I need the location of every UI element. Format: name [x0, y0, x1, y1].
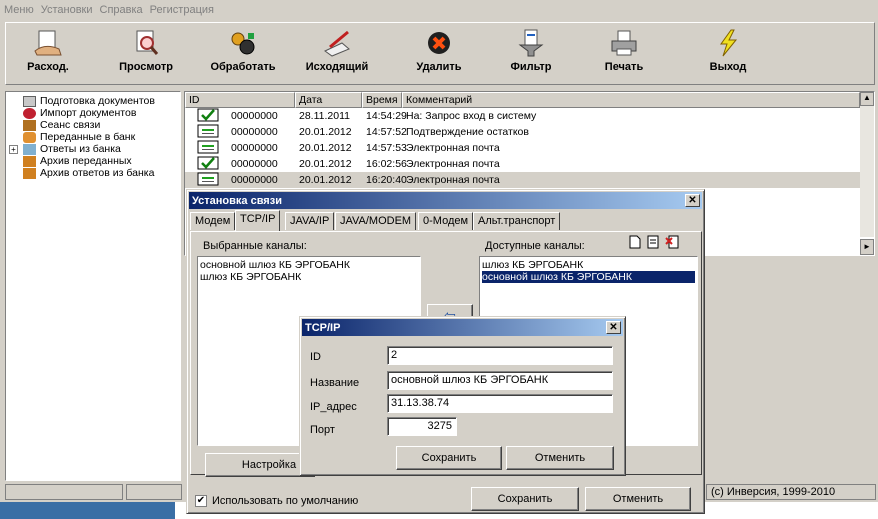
delete-icon: [424, 29, 454, 57]
id-label: ID: [310, 351, 321, 363]
hand-document-icon: [33, 29, 63, 57]
exit-button[interactable]: Выход: [688, 29, 768, 81]
expense-button[interactable]: Расход.: [8, 29, 88, 81]
tree-item-bank-answers[interactable]: + Ответы из банка: [9, 143, 180, 155]
ip-address-label: IP_адрес: [310, 401, 357, 413]
new-document-icon[interactable]: [629, 235, 641, 252]
menu-item[interactable]: Меню: [4, 4, 34, 16]
setup-save-button[interactable]: Сохранить: [471, 487, 579, 511]
magnifier-icon: [131, 29, 161, 57]
tree-item-sent-archive[interactable]: Архив переданных: [9, 155, 180, 167]
delete-document-icon[interactable]: [665, 235, 679, 252]
close-icon[interactable]: ✕: [606, 321, 621, 334]
name-field[interactable]: основной шлюз КБ ЭРГОБАНК: [387, 371, 613, 390]
list-header: ID Дата Время Комментарий: [185, 92, 874, 108]
default-checkbox-row[interactable]: ✔ Использовать по умолчанию: [195, 495, 358, 507]
tree-item-answers-archive[interactable]: Архив ответов из банка: [9, 167, 180, 179]
tab-javaip[interactable]: JAVA/IP: [285, 212, 335, 230]
table-row[interactable]: 00000000 20.01.2012 16:02:56 Электронная…: [185, 156, 874, 172]
tree-item-session[interactable]: Сеанс связи: [9, 119, 180, 131]
menu-bar: Меню Установки Справка Регистрация: [0, 0, 878, 20]
tcpip-dialog: TCP/IP ✕ ID 2 Название основной шлюз КБ …: [299, 316, 626, 476]
close-icon[interactable]: ✕: [685, 194, 700, 207]
copyright-text: (с) Инверсия, 1999-2010: [706, 484, 876, 500]
setup-cancel-button[interactable]: Отменить: [585, 487, 691, 511]
folder-icon: [23, 95, 36, 107]
selected-channels-label: Выбранные каналы:: [203, 240, 307, 252]
tab-strip: Модем TCP/IP JAVA/IP JAVA/MODEM 0-Модем …: [190, 210, 702, 232]
properties-icon[interactable]: [647, 235, 659, 252]
checked-doc-icon: [185, 156, 227, 173]
channel-tools: [629, 235, 679, 252]
doc-icon: [185, 172, 227, 189]
tab-tcpip[interactable]: TCP/IP: [235, 210, 281, 231]
tree-item-preparation[interactable]: Подготовка документов: [9, 95, 180, 107]
tree-item-sent[interactable]: Переданные в банк: [9, 131, 180, 143]
vertical-scrollbar[interactable]: ▲: [860, 92, 874, 237]
toolbar: Расход. Просмотр Обработать Исходящий Уд…: [5, 22, 875, 85]
available-channels-label: Доступные каналы:: [485, 240, 585, 252]
ip-address-field[interactable]: 31.13.38.74: [387, 394, 613, 413]
print-button[interactable]: Печать: [584, 29, 664, 81]
column-id[interactable]: ID: [185, 92, 295, 108]
default-checkbox[interactable]: ✔: [195, 495, 207, 507]
table-row[interactable]: 00000000 20.01.2012 14:57:53 Электронная…: [185, 140, 874, 156]
list-item[interactable]: шлюз КБ ЭРГОБАНК: [482, 259, 695, 271]
import-icon: [23, 107, 36, 119]
taskbar-area: [0, 502, 175, 519]
process-button[interactable]: Обработать: [203, 29, 283, 81]
port-label: Порт: [310, 424, 335, 436]
id-field[interactable]: 2: [387, 346, 613, 365]
dialog-title: Установка связи: [189, 192, 702, 209]
menu-item[interactable]: Справка: [100, 4, 143, 16]
tab-modem[interactable]: Модем: [190, 212, 236, 230]
tab-nullmodem[interactable]: 0-Модем: [418, 212, 474, 230]
bank-answers-icon: [23, 143, 36, 155]
gears-icon: [228, 29, 258, 57]
name-label: Название: [310, 377, 360, 389]
lightning-icon: [713, 29, 743, 57]
dialog-title: TCP/IP: [302, 319, 623, 336]
column-date[interactable]: Дата: [295, 92, 362, 108]
scroll-up-icon[interactable]: ▲: [860, 92, 874, 106]
tab-alt-transport[interactable]: Альт.транспорт: [473, 212, 561, 230]
expand-toggle[interactable]: +: [9, 144, 18, 154]
tcp-cancel-button[interactable]: Отменить: [506, 446, 614, 470]
table-row[interactable]: 00000000 20.01.2012 16:20:40 Электронная…: [185, 172, 874, 188]
list-item[interactable]: основной шлюз КБ ЭРГОБАНК: [482, 271, 695, 283]
scroll-right-icon[interactable]: ►: [860, 239, 874, 255]
folder-tree: Подготовка документов Импорт документов …: [5, 91, 181, 481]
menu-item[interactable]: Установки: [41, 4, 93, 16]
sent-icon: [23, 131, 36, 143]
outgoing-button[interactable]: Исходящий: [297, 29, 377, 81]
pen-paper-icon: [322, 29, 352, 57]
list-item[interactable]: основной шлюз КБ ЭРГОБАНК: [200, 259, 418, 271]
status-panel: [126, 484, 182, 500]
session-icon: [23, 119, 36, 131]
doc-icon: [185, 124, 227, 141]
table-row[interactable]: 00000000 28.11.2011 14:54:29 На: Запрос …: [185, 108, 874, 124]
archive-icon: [23, 155, 36, 167]
tree-item-import[interactable]: Импорт документов: [9, 107, 180, 119]
column-time[interactable]: Время: [362, 92, 402, 108]
archive-icon: [23, 167, 36, 179]
view-button[interactable]: Просмотр: [106, 29, 186, 81]
menu-item[interactable]: Регистрация: [150, 4, 214, 16]
delete-button[interactable]: Удалить: [399, 29, 479, 81]
table-row[interactable]: 00000000 20.01.2012 14:57:52 Подтвержден…: [185, 124, 874, 140]
filter-button[interactable]: Фильтр: [491, 29, 571, 81]
tcp-save-button[interactable]: Сохранить: [396, 446, 502, 470]
status-panel: [5, 484, 123, 500]
column-comment[interactable]: Комментарий: [402, 92, 860, 108]
list-item[interactable]: шлюз КБ ЭРГОБАНК: [200, 271, 418, 283]
port-field[interactable]: 3275: [387, 417, 457, 436]
filter-icon: [516, 29, 546, 57]
checked-doc-icon: [185, 108, 227, 125]
printer-icon: [609, 29, 639, 57]
tab-javamodem[interactable]: JAVA/MODEM: [335, 212, 417, 230]
doc-icon: [185, 140, 227, 157]
